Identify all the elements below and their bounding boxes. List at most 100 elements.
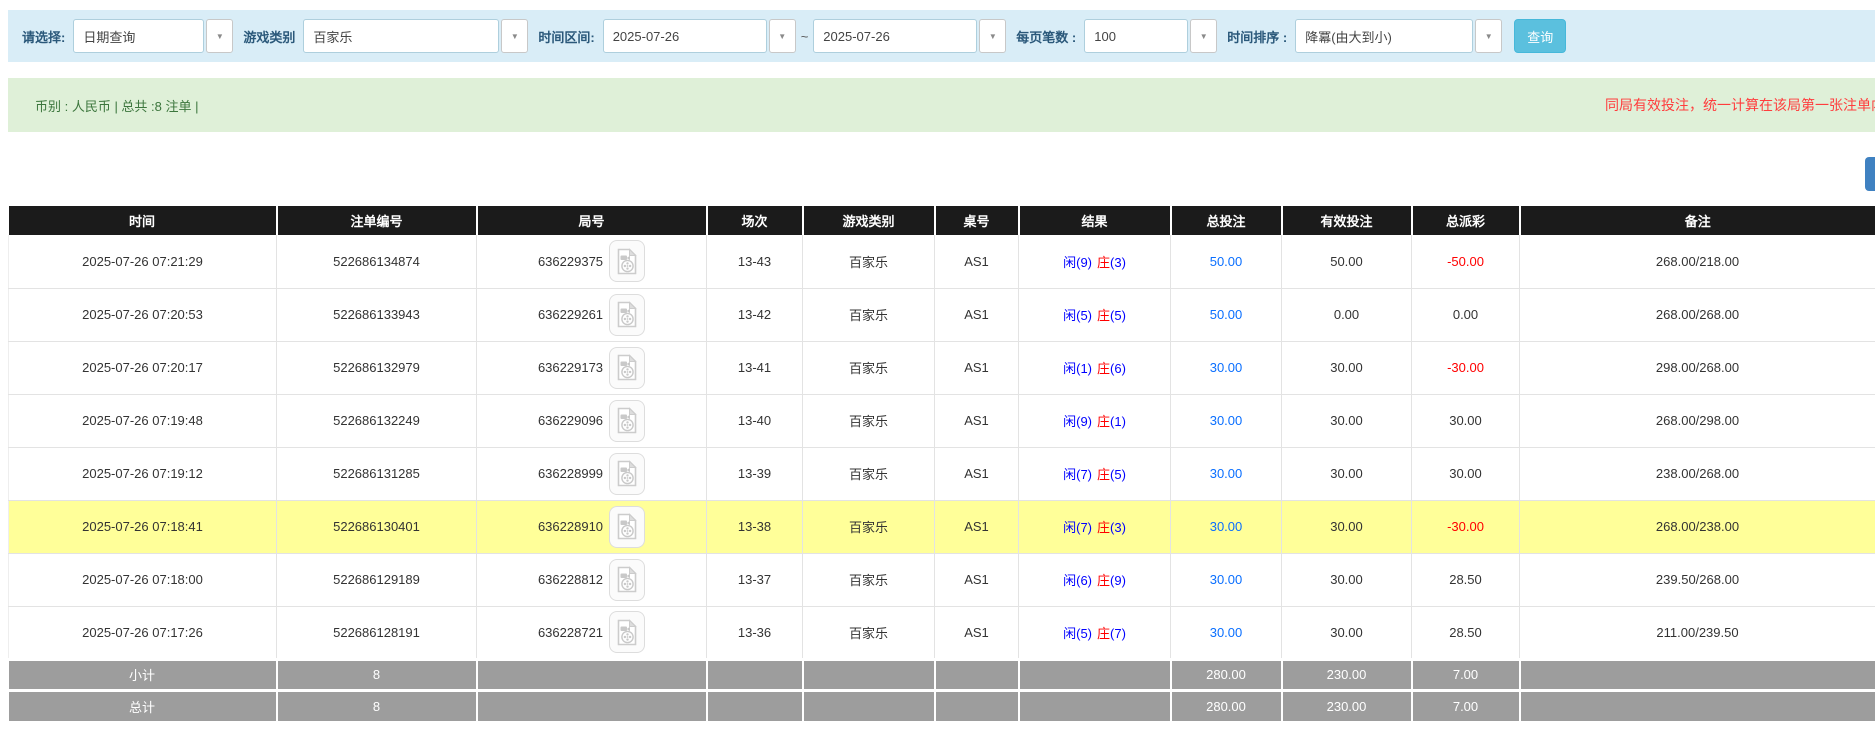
chevron-down-icon[interactable]: ▼ (1190, 19, 1217, 53)
time-sort-label: 时间排序 : (1227, 27, 1287, 46)
filter-bar: 请选择: 日期查询 ▼ 游戏类别 百家乐 ▼ 时间区间: 2025-07-26 … (8, 10, 1875, 62)
round-number: 636229261 (538, 307, 603, 322)
film-document-icon (616, 513, 638, 540)
video-replay-button[interactable] (609, 453, 645, 495)
page-size-value[interactable]: 100 (1084, 19, 1188, 53)
total-bet-link[interactable]: 50.00 (1210, 254, 1243, 269)
film-document-icon (616, 407, 638, 434)
date-range-tilde: ~ (801, 29, 809, 44)
header-table-no: 桌号 (935, 206, 1019, 235)
table-header: 时间 注单编号 局号 场次 游戏类别 桌号 结果 总投注 有效投注 总派彩 备注 (9, 206, 1875, 235)
cell-time: 2025-07-26 07:19:12 (9, 447, 277, 500)
cell-note: 268.00/298.00 (1520, 394, 1875, 447)
table-body: 2025-07-26 07:21:29 522686134874 6362293… (9, 235, 1875, 659)
page: 请选择: 日期查询 ▼ 游戏类别 百家乐 ▼ 时间区间: 2025-07-26 … (0, 0, 1875, 740)
video-replay-button[interactable] (609, 294, 645, 336)
cell-table-no: AS1 (935, 235, 1019, 288)
chevron-down-icon[interactable]: ▼ (1475, 19, 1502, 53)
table-row: 2025-07-26 07:18:00 522686129189 6362288… (9, 553, 1875, 606)
result-player: 闲 (1063, 626, 1076, 641)
result-banker: 庄 (1097, 308, 1110, 323)
same-round-notice: 同局有效投注，统一计算在该局第一张注单内 (1605, 95, 1875, 115)
cell-total-bet: 50.00 (1171, 288, 1282, 341)
time-sort-value[interactable]: 降冪(由大到小) (1295, 19, 1473, 53)
cell-total-bet: 50.00 (1171, 235, 1282, 288)
page-size-combobox[interactable]: 100 ▼ (1084, 19, 1217, 53)
date-from-picker[interactable]: 2025-07-26 ▼ (603, 19, 796, 53)
total-bet-link[interactable]: 30.00 (1210, 519, 1243, 534)
film-document-icon (616, 301, 638, 328)
cell-result: 闲(7)庄(3) (1019, 500, 1171, 553)
result-player-score: (5) (1076, 308, 1092, 323)
cell-note: 298.00/268.00 (1520, 341, 1875, 394)
chevron-down-icon[interactable]: ▼ (501, 19, 528, 53)
chevron-down-icon[interactable]: ▼ (979, 19, 1006, 53)
film-document-icon (616, 460, 638, 487)
page-size-label: 每页笔数 : (1016, 27, 1076, 46)
cell-table-no: AS1 (935, 341, 1019, 394)
header-valid-bet: 有效投注 (1282, 206, 1412, 235)
time-sort-combobox[interactable]: 降冪(由大到小) ▼ (1295, 19, 1502, 53)
video-replay-button[interactable] (609, 347, 645, 389)
total-bet-link[interactable]: 30.00 (1210, 572, 1243, 587)
video-replay-button[interactable] (609, 559, 645, 601)
round-number: 636229375 (538, 254, 603, 269)
cell-table-no: AS1 (935, 500, 1019, 553)
table-row: 2025-07-26 07:18:41 522686130401 6362289… (9, 500, 1875, 553)
cell-valid-bet: 0.00 (1282, 288, 1412, 341)
cell-bet-id: 522686129189 (277, 553, 477, 606)
header-payout: 总派彩 (1412, 206, 1520, 235)
query-type-value[interactable]: 日期查询 (73, 19, 204, 53)
video-replay-button[interactable] (609, 611, 645, 653)
result-player: 闲 (1063, 414, 1076, 429)
date-from-value[interactable]: 2025-07-26 (603, 19, 767, 53)
game-type-value[interactable]: 百家乐 (303, 19, 499, 53)
total-bet-link[interactable]: 50.00 (1210, 307, 1243, 322)
total-bet-link[interactable]: 30.00 (1210, 466, 1243, 481)
video-replay-button[interactable] (609, 506, 645, 548)
table-row: 2025-07-26 07:17:26 522686128191 6362287… (9, 606, 1875, 659)
time-range-label: 时间区间: (538, 27, 594, 46)
round-number: 636228812 (538, 572, 603, 587)
cell-valid-bet: 30.00 (1282, 553, 1412, 606)
video-replay-button[interactable] (609, 400, 645, 442)
result-player-score: (1) (1076, 361, 1092, 376)
cell-session: 13-37 (707, 553, 803, 606)
cell-session: 13-42 (707, 288, 803, 341)
grand-total-row: 总计 8 280.00 230.00 7.00 (9, 690, 1875, 721)
query-type-combobox[interactable]: 日期查询 ▼ (73, 19, 233, 53)
table-footer: 小计 8 280.00 230.00 7.00 总计 8 280.00 230.… (9, 659, 1875, 721)
subtotal-count: 8 (277, 659, 477, 690)
cell-payout: -30.00 (1412, 341, 1520, 394)
cell-bet-id: 522686133943 (277, 288, 477, 341)
film-document-icon (616, 354, 638, 381)
date-to-picker[interactable]: 2025-07-26 ▼ (813, 19, 1006, 53)
cell-round: 636228721 (477, 606, 707, 659)
result-player: 闲 (1063, 255, 1076, 270)
cell-result: 闲(1)庄(6) (1019, 341, 1171, 394)
search-button[interactable]: 查询 (1514, 19, 1566, 53)
side-panel-toggle[interactable] (1865, 157, 1875, 191)
total-valid-bet: 230.00 (1282, 690, 1412, 721)
total-payout: 7.00 (1412, 690, 1520, 721)
chevron-down-icon[interactable]: ▼ (206, 19, 233, 53)
header-bet-id: 注单编号 (277, 206, 477, 235)
header-session: 场次 (707, 206, 803, 235)
total-bet-link[interactable]: 30.00 (1210, 625, 1243, 640)
film-document-icon (616, 619, 638, 646)
video-replay-button[interactable] (609, 240, 645, 282)
cell-round: 636229096 (477, 394, 707, 447)
cell-time: 2025-07-26 07:20:53 (9, 288, 277, 341)
date-to-value[interactable]: 2025-07-26 (813, 19, 977, 53)
total-bet-link[interactable]: 30.00 (1210, 413, 1243, 428)
cell-session: 13-43 (707, 235, 803, 288)
cell-payout: -50.00 (1412, 235, 1520, 288)
table-row: 2025-07-26 07:20:53 522686133943 6362292… (9, 288, 1875, 341)
cell-note: 239.50/268.00 (1520, 553, 1875, 606)
game-type-combobox[interactable]: 百家乐 ▼ (303, 19, 528, 53)
header-note: 备注 (1520, 206, 1875, 235)
round-number: 636228721 (538, 625, 603, 640)
chevron-down-icon[interactable]: ▼ (769, 19, 796, 53)
total-bet-link[interactable]: 30.00 (1210, 360, 1243, 375)
cell-round: 636228999 (477, 447, 707, 500)
